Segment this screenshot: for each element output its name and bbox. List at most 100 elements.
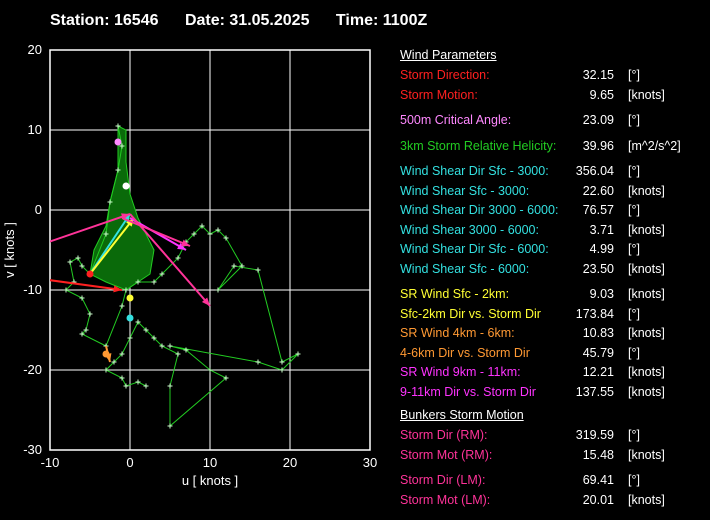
wind-param-label: Storm Direction: — [400, 68, 490, 82]
wind-param-unit: [knots] — [628, 365, 665, 379]
x-tick-label: 0 — [126, 455, 133, 470]
wind-param-value: 137.55 — [575, 384, 614, 399]
yellow-point — [126, 294, 134, 302]
wind-param-label: SR Wind 9km - 11km: — [400, 365, 521, 379]
wind-param-row: Wind Shear Sfc - 6000: 23.50 [knots] — [400, 260, 700, 280]
wind-param-value: 32.15 — [582, 68, 614, 82]
bunkers-param-unit: [knots] — [628, 492, 665, 507]
wind-param-row: Sfc-2km Dir vs. Storm Dir 173.84 [°] — [400, 305, 700, 325]
x-tick-label: 20 — [283, 455, 297, 470]
cyan-point — [126, 314, 134, 322]
wind-param-label: SR Wind 4km - 6km: — [400, 326, 515, 340]
hodograph-point — [175, 351, 181, 357]
wind-param-row: 4-6km Dir vs. Storm Dir 45.79 [°] — [400, 344, 700, 364]
wind-param-unit: [°] — [628, 306, 640, 321]
wind-param-label: Wind Shear Dir Sfc - 6000: — [400, 242, 549, 256]
wind-param-unit: [knots] — [628, 183, 665, 198]
wind-param-value: 23.09 — [582, 113, 614, 127]
bunkers-param-label: Storm Mot (RM): — [400, 447, 493, 462]
hodograph-point — [167, 383, 173, 389]
bunkers-param-label: Storm Mot (LM): — [400, 492, 491, 507]
x-tick-label: 30 — [363, 455, 377, 470]
wind-param-unit: [°] — [628, 113, 640, 127]
wind-param-value: 22.60 — [582, 183, 614, 198]
wind-param-value: 4.99 — [589, 242, 614, 256]
wind-param-label: Storm Motion: — [400, 87, 478, 102]
wind-param-label: Wind Shear 3000 - 6000: — [400, 222, 539, 237]
wind-param-unit: [m^2/s^2] — [628, 138, 681, 153]
wind-param-value: 23.50 — [582, 261, 614, 276]
wind-param-row: SR Wind 4km - 6km: 10.83 [knots] — [400, 324, 700, 344]
bunkers-param-unit: [knots] — [628, 447, 665, 462]
wind-param-row: Storm Direction: 32.15 [°] — [400, 66, 700, 86]
plot-area — [50, 123, 301, 429]
wind-parameters-list: Storm Direction: 32.15 [°] Storm Motion: 9.6… — [400, 66, 700, 402]
hodograph-point — [255, 267, 261, 273]
wind-param-value: 3.71 — [589, 222, 614, 237]
wind-param-value: 173.84 — [575, 306, 614, 321]
y-tick-label: -20 — [23, 362, 42, 377]
wind-param-unit: [°] — [628, 203, 640, 217]
hodograph-point — [67, 259, 73, 265]
hodograph-point — [119, 303, 125, 309]
x-axis-label: u [ knots ] — [182, 473, 238, 488]
hodograph-point — [143, 383, 149, 389]
wind-param-label: 3km Storm Relative Helicity: — [400, 138, 557, 153]
wind-parameters-panel: Wind Parameters Storm Direction: 32.15 [°]… — [400, 48, 700, 510]
wind-param-row: Wind Shear Sfc - 3000: 22.60 [knots] — [400, 182, 700, 202]
bunkers-param-value: 15.48 — [582, 447, 614, 462]
hodograph-point — [255, 359, 261, 365]
wind-param-unit: [knots] — [628, 222, 665, 237]
hodograph-point — [79, 295, 85, 301]
bunkers-param-value: 69.41 — [582, 473, 614, 487]
wind-param-label: Wind Shear Dir 3000 - 6000: — [400, 203, 559, 217]
hodograph-point — [135, 379, 141, 385]
wind-param-label: Sfc-2km Dir vs. Storm Dir — [400, 306, 541, 321]
wind-param-unit: [°] — [628, 242, 640, 256]
orange-point — [102, 350, 110, 358]
x-tick-label: -10 — [41, 455, 60, 470]
hodograph-point — [119, 375, 125, 381]
y-tick-label: -30 — [23, 442, 42, 457]
bunkers-param-unit: [°] — [628, 428, 640, 442]
wind-param-value: 10.83 — [582, 326, 614, 340]
y-tick-label: 10 — [28, 122, 42, 137]
hodograph-chart: -10 0 10 20 30 -30 -20 -10 0 10 20 u [ knots ] v [ k… — [2, 42, 377, 488]
wind-param-unit: [knots] — [628, 326, 665, 340]
wind-param-row: Wind Shear Dir Sfc - 6000: 4.99 [°] — [400, 240, 700, 260]
wind-param-label: 500m Critical Angle: — [400, 113, 512, 127]
wind-param-unit: [knots] — [628, 261, 665, 276]
bunkers-param-value: 319.59 — [575, 428, 614, 442]
bunkers-param-row: Storm Mot (LM): 20.01 [knots] — [400, 491, 700, 511]
bunkers-title: Bunkers Storm Motion — [400, 408, 524, 422]
wind-param-value: 45.79 — [582, 345, 614, 360]
wind-param-value: 76.57 — [582, 203, 614, 217]
wind-param-row: SR Wind 9km - 11km: 12.21 [knots] — [400, 363, 700, 383]
bunkers-param-unit: [°] — [628, 473, 640, 487]
wind-param-unit: [knots] — [628, 287, 665, 301]
bunkers-param-label: Storm Dir (RM): — [400, 428, 488, 442]
hodograph-point — [127, 335, 133, 341]
wind-param-value: 9.65 — [589, 87, 614, 102]
wind-param-label: 9-11km Dir vs. Storm Dir — [400, 384, 536, 399]
wind-param-row: Storm Motion: 9.65 [knots] — [400, 86, 700, 106]
wind-param-row: 9-11km Dir vs. Storm Dir 137.55 [knots] — [400, 383, 700, 403]
wind-param-value: 39.96 — [582, 138, 614, 153]
wind-param-label: Wind Shear Sfc - 3000: — [400, 183, 530, 198]
hodograph-point — [75, 255, 81, 261]
wind-param-row: Wind Shear Dir 3000 - 6000: 76.57 [°] — [400, 201, 700, 221]
bunkers-list: Storm Dir (RM): 319.59 [°] Storm Mot (RM): 1… — [400, 426, 700, 510]
y-tick-label: 0 — [35, 202, 42, 217]
wind-param-row: 3km Storm Relative Helicity: 39.96 [m^2/s^… — [400, 137, 700, 157]
wind-param-row: 500m Critical Angle: 23.09 [°] — [400, 111, 700, 131]
wind-param-unit: [knots] — [628, 87, 665, 102]
wind-param-row: SR Wind Sfc - 2km: 9.03 [knots] — [400, 285, 700, 305]
bunkers-param-row: Storm Dir (LM): 69.41 [°] — [400, 471, 700, 491]
y-tick-label: 20 — [28, 42, 42, 57]
hodograph-point — [123, 383, 129, 389]
wind-param-label: SR Wind Sfc - 2km: — [400, 287, 510, 301]
hodograph-point — [279, 359, 285, 365]
y-tick-label: -10 — [23, 282, 42, 297]
bunkers-param-value: 20.01 — [582, 492, 614, 507]
wind-param-unit: [°] — [628, 164, 640, 178]
